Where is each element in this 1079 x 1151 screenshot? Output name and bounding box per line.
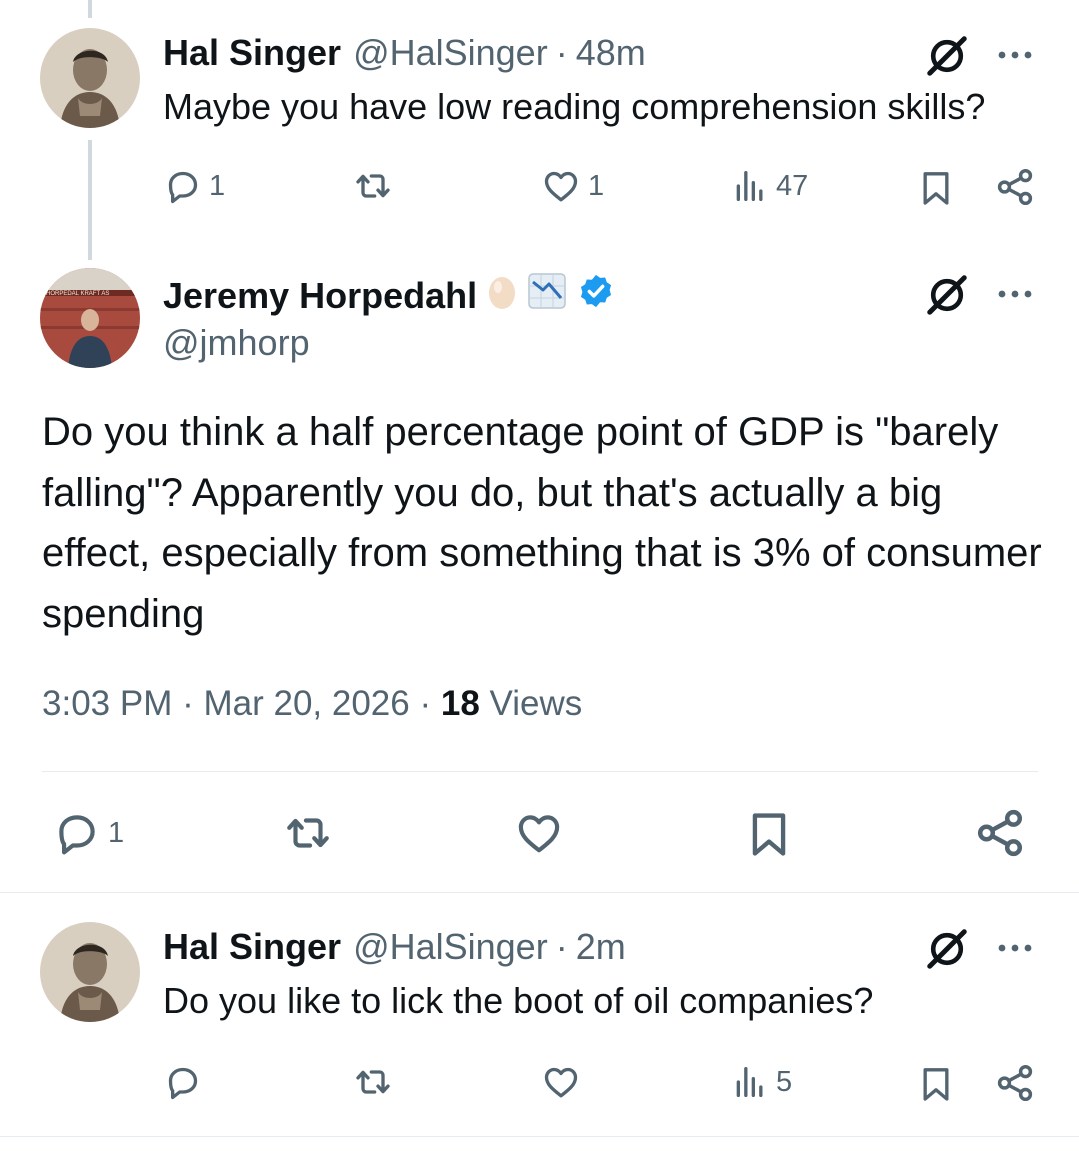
verified-badge[interactable] — [577, 272, 615, 319]
bookmark-button[interactable] — [916, 1062, 956, 1106]
timestamp[interactable]: 2m — [576, 926, 626, 968]
share-icon — [994, 166, 1036, 208]
bookmark-icon — [916, 1062, 956, 1106]
avatar[interactable] — [40, 28, 140, 128]
avatar-sign-text: HORPEDAL KRAFT AS — [46, 291, 110, 297]
timestamp[interactable]: 48m — [576, 32, 646, 74]
retweet-button[interactable] — [352, 166, 394, 206]
grok-icon[interactable] — [924, 272, 970, 318]
retweet-button[interactable] — [352, 1062, 394, 1102]
share-button[interactable] — [973, 806, 1027, 860]
reply-button[interactable]: 1 — [163, 166, 225, 206]
divider — [0, 1136, 1079, 1137]
share-icon — [973, 806, 1027, 860]
more-icon[interactable] — [995, 287, 1035, 301]
tweet-header: Hal Singer @HalSinger · 48m — [163, 32, 646, 74]
retweet-icon — [352, 1062, 394, 1102]
share-button[interactable] — [994, 166, 1036, 208]
reply-icon — [163, 166, 203, 206]
reply-icon — [52, 808, 102, 858]
views-button[interactable]: 5 — [730, 1062, 792, 1102]
reply-button[interactable] — [163, 1062, 203, 1102]
bookmark-icon — [743, 806, 795, 862]
divider — [0, 892, 1079, 893]
more-icon[interactable] — [995, 941, 1035, 955]
views-icon — [730, 1062, 770, 1102]
view-count: 47 — [776, 169, 809, 202]
views-button[interactable]: 47 — [730, 166, 808, 206]
like-button[interactable]: 1 — [540, 166, 604, 206]
share-button[interactable] — [994, 1062, 1036, 1104]
avatar[interactable]: HORPEDAL KRAFT AS — [40, 268, 140, 368]
tweet-time[interactable]: 3:03 PM — [42, 684, 172, 723]
egg-emoji — [487, 272, 517, 319]
author-handle[interactable]: @HalSinger — [353, 32, 548, 74]
thread-line — [88, 0, 92, 18]
like-count: 1 — [588, 169, 605, 202]
reply-button[interactable]: 1 — [52, 808, 124, 858]
thread-line — [88, 140, 92, 260]
like-button[interactable] — [512, 808, 566, 858]
bookmark-button[interactable] — [916, 166, 956, 210]
like-icon — [512, 808, 566, 858]
author-handle[interactable]: @jmhorp — [163, 322, 310, 364]
reply-count: 1 — [209, 169, 226, 202]
share-icon — [994, 1062, 1036, 1104]
bookmark-icon — [916, 166, 956, 210]
tweet-text: Maybe you have low reading comprehension… — [163, 86, 986, 127]
more-icon[interactable] — [995, 48, 1035, 62]
avatar[interactable] — [40, 922, 140, 1022]
separator: · — [182, 684, 194, 723]
tweet-header: Jeremy Horpedahl — [163, 272, 615, 319]
tweet-meta: 3:03 PM · Mar 20, 2026 · 18 Views — [42, 684, 582, 724]
tweet-header: Hal Singer @HalSinger · 2m — [163, 926, 626, 968]
chart-decreasing-emoji — [527, 272, 567, 319]
reply-count: 1 — [108, 816, 125, 849]
tweet-text: Do you think a half percentage point of … — [42, 410, 1042, 636]
views-count: 18 — [440, 684, 480, 723]
author-name[interactable]: Hal Singer — [163, 926, 341, 968]
divider — [42, 771, 1038, 772]
tweet-text: Do you like to lick the boot of oil comp… — [163, 980, 874, 1021]
grok-icon[interactable] — [924, 926, 970, 972]
author-handle[interactable]: @HalSinger — [353, 926, 548, 968]
grok-icon[interactable] — [924, 33, 970, 79]
view-count: 5 — [776, 1065, 793, 1098]
like-button[interactable] — [540, 1062, 582, 1102]
views-icon — [730, 166, 770, 206]
retweet-icon — [352, 166, 394, 206]
author-name[interactable]: Jeremy Horpedahl — [163, 275, 477, 317]
tweet-date[interactable]: Mar 20, 2026 — [203, 684, 409, 723]
views-label: Views — [489, 684, 583, 723]
retweet-icon — [281, 808, 335, 858]
reply-icon — [163, 1062, 203, 1102]
separator: · — [555, 926, 568, 967]
separator: · — [419, 684, 432, 723]
like-icon — [540, 166, 582, 206]
like-icon — [540, 1062, 582, 1102]
author-name[interactable]: Hal Singer — [163, 32, 341, 74]
separator: · — [555, 32, 568, 73]
bookmark-button[interactable] — [743, 806, 795, 862]
retweet-button[interactable] — [281, 808, 335, 858]
